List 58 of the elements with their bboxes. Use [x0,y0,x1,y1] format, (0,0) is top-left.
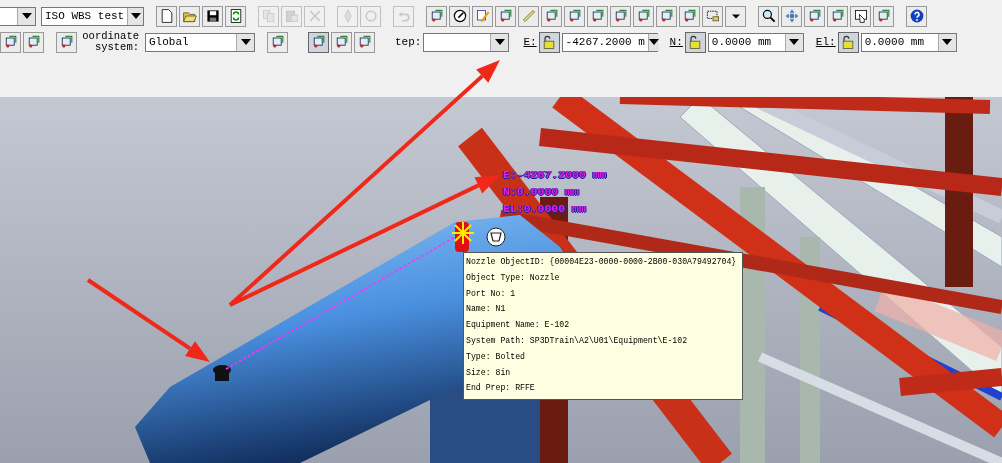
coordinate-label: El: [815,36,836,48]
caret-icon [942,39,953,45]
model-viewport[interactable] [0,97,1002,463]
step-label: tep: [395,36,422,48]
zoom-icon [760,8,777,24]
pan-button[interactable] [781,5,802,27]
coordinate-field[interactable]: -4267.2000 m [561,32,658,52]
coordinate-label: E: [523,36,537,48]
coordinate-field[interactable]: 0.0000 mm [860,32,957,52]
tooltip-line: Name: N1 [466,303,507,316]
nozzle-marker-icon [451,221,475,252]
open-folder-button[interactable] [179,5,200,27]
selection-icon [704,8,721,24]
lock-button[interactable] [837,31,859,53]
workspace-dropdown[interactable]: ISO WBS test [41,6,144,26]
coordinate-label: N: [669,36,683,48]
coordinate-system-label: oordinate system: [81,31,139,53]
help-icon [908,8,925,24]
lock-button[interactable] [538,31,560,53]
caret-icon [21,13,32,19]
rotate-icon [362,8,379,24]
ruler-icon [520,8,537,24]
tooltip-line: Port No: 1 [466,287,517,300]
caret-icon [130,13,141,19]
refresh-button[interactable] [225,5,246,27]
coordinate-readout: EL:0.0000 mm [503,201,587,217]
selection-button[interactable] [702,5,723,27]
edit-icon [474,8,491,24]
pan-icon [783,8,800,24]
coordinate-field[interactable]: 0.0000 mm [707,32,804,52]
tooltip-line: Size: 8in [466,366,512,379]
zoom-button[interactable] [758,5,779,27]
new-file-button[interactable] [156,5,177,27]
help-button[interactable] [906,5,927,27]
paste-icon [283,8,300,24]
gauge-icon [451,8,468,24]
tooltip-line: Equipment Name: E-102 [466,319,571,332]
caret-icon [648,39,659,45]
save-button[interactable] [202,5,223,27]
tooltip-line: End Prep: RFFE [466,382,536,395]
caret-icon [789,39,800,45]
tooltip-line: Object Type: Nozzle [466,271,561,284]
caret-button[interactable] [725,5,746,27]
tooltip-line: Type: Bolted [466,350,526,363]
caret-icon [494,39,505,45]
caret-icon [240,39,251,45]
filter-dropdown[interactable] [0,6,36,26]
coordinate-system-dropdown[interactable]: Global [145,32,255,52]
tooltip-line: Nozzle ObjectID: {00004E23-0000-0000-2B00-030A79492704} [466,256,737,268]
nozzle-icon [486,227,506,247]
ruler-button[interactable] [518,5,539,27]
step-dropdown[interactable] [423,32,510,52]
edit-button[interactable] [472,5,493,27]
save-icon [204,8,221,24]
copy-icon [260,8,277,24]
lock-button[interactable] [684,31,706,53]
tooltip-line: System Path: SP3DTrain\A2\U01\Equipment\E-102 [466,335,689,347]
gauge-button[interactable] [449,5,470,27]
